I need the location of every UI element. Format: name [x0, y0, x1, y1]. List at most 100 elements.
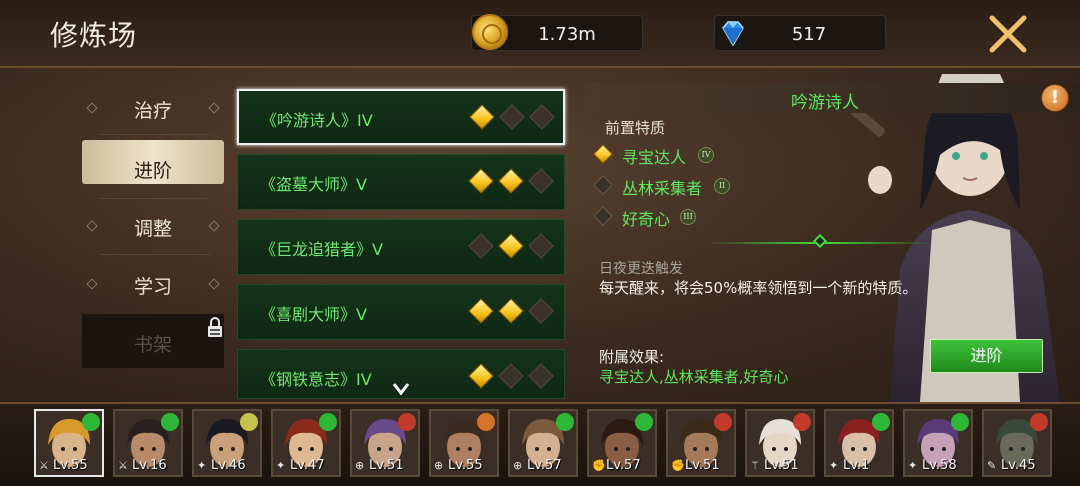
menu-label: 书架	[133, 334, 172, 356]
menu-heal[interactable]: 治疗	[82, 86, 224, 130]
prereq-label: 前置特质	[605, 119, 666, 137]
page-title: 修炼场	[50, 19, 138, 52]
class-icon: ✦	[829, 459, 839, 472]
mood-face-icon	[398, 413, 416, 431]
gem-counter: 517	[714, 15, 886, 51]
hero-level: Lv.55	[53, 458, 88, 473]
class-icon: ✦	[197, 459, 207, 472]
tier-diamond-icon	[498, 298, 524, 324]
menu-bookshelf[interactable]: 书架	[82, 314, 224, 368]
hero-card[interactable]: ⊕ Lv.55	[429, 409, 499, 477]
hero-card[interactable]: ✎ Lv.45	[982, 409, 1052, 477]
mood-face-icon	[477, 413, 495, 431]
trait-tomb-raider[interactable]: 《盗墓大师》V	[237, 154, 565, 210]
attached-effects-label: 附属效果:	[599, 348, 665, 366]
hero-level: Lv.45	[1001, 458, 1036, 473]
tier-diamond-icon	[528, 168, 554, 194]
class-icon: ⚔	[118, 459, 128, 472]
menu-label: 调整	[133, 218, 172, 240]
class-icon: ⚚	[750, 459, 760, 472]
mood-face-icon	[556, 413, 574, 431]
hero-card[interactable]: ✦ Lv.47	[271, 409, 341, 477]
divider	[100, 198, 210, 199]
rank-badge: II	[714, 178, 730, 194]
class-icon: ⊕	[355, 459, 365, 472]
menu-advance[interactable]: 进阶	[82, 140, 224, 184]
hero-level: Lv.47	[290, 458, 325, 473]
menu-study[interactable]: 学习	[82, 262, 224, 306]
class-icon: ✊	[592, 459, 606, 472]
info-alert-icon[interactable]: !	[1041, 84, 1069, 112]
trait-name: 《钢铁意志》IV	[260, 370, 372, 389]
class-icon: ⊕	[513, 459, 523, 472]
hero-card[interactable]: ✦ Lv.46	[192, 409, 262, 477]
hero-level: Lv.16	[132, 458, 167, 473]
hero-card[interactable]: ⊕ Lv.51	[350, 409, 420, 477]
hero-level: Lv.46	[211, 458, 246, 473]
tier-diamond-icon	[468, 298, 494, 324]
hero-card[interactable]: ✦ Lv.1	[824, 409, 894, 477]
mood-face-icon	[319, 413, 337, 431]
scroll-down-icon[interactable]	[392, 380, 410, 396]
trait-name: 《盗墓大师》V	[260, 175, 367, 194]
hero-level: Lv.58	[922, 458, 957, 473]
rank-badge: IV	[698, 147, 714, 163]
tier-diamond-icon	[499, 104, 525, 130]
divider	[100, 134, 210, 135]
trait-name: 《喜剧大师》V	[260, 305, 367, 324]
hero-card[interactable]: ⊕ Lv.57	[508, 409, 578, 477]
trait-tier-indicator	[468, 298, 556, 324]
tier-diamond-icon	[498, 363, 524, 389]
hero-level: Lv.51	[764, 458, 799, 473]
trait-comedy-master[interactable]: 《喜剧大师》V	[237, 284, 565, 340]
trait-name: 《巨龙追猎者》V	[260, 240, 383, 259]
tier-diamond-icon	[498, 168, 524, 194]
tier-diamond-icon	[529, 104, 555, 130]
prereq-name: 寻宝达人	[622, 148, 687, 167]
mood-face-icon	[161, 413, 179, 431]
hero-level: Lv.55	[448, 458, 483, 473]
menu-adjust[interactable]: 调整	[82, 204, 224, 248]
hero-card[interactable]: ⚔ Lv.16	[113, 409, 183, 477]
tier-diamond-icon	[498, 233, 524, 259]
trait-dragon-hunter[interactable]: 《巨龙追猎者》V	[237, 219, 565, 275]
tier-diamond-icon	[468, 233, 494, 259]
mood-face-icon	[1030, 413, 1048, 431]
hero-card[interactable]: ✊ Lv.57	[587, 409, 657, 477]
divider	[100, 254, 210, 255]
trait-description: 每天醒来，将会50%概率领悟到一个新的特质。	[599, 279, 918, 297]
trait-name: 《吟游诗人》IV	[261, 111, 373, 130]
gem-amount: 517	[791, 24, 827, 45]
mood-face-icon	[793, 413, 811, 431]
mood-face-icon	[240, 413, 258, 431]
menu-label: 治疗	[133, 100, 172, 122]
trait-tier-indicator	[468, 168, 556, 194]
advance-button[interactable]: 进阶	[930, 339, 1043, 373]
trait-tier-indicator	[469, 104, 557, 130]
hero-level: Lv.1	[843, 458, 870, 473]
hero-card[interactable]: ⚚ Lv.51	[745, 409, 815, 477]
hero-card[interactable]: ✊ Lv.51	[666, 409, 736, 477]
class-icon: ✦	[908, 459, 918, 472]
hero-card[interactable]: ✦ Lv.58	[903, 409, 973, 477]
rank-badge: III	[680, 209, 696, 225]
mood-face-icon	[872, 413, 890, 431]
hero-level: Lv.51	[685, 458, 720, 473]
trait-bard[interactable]: 《吟游诗人》IV	[237, 89, 565, 145]
hero-card[interactable]: ⚔ Lv.55	[34, 409, 104, 477]
mood-face-icon	[951, 413, 969, 431]
tier-diamond-icon	[528, 233, 554, 259]
tier-diamond-icon	[468, 363, 494, 389]
class-icon: ⊕	[434, 459, 444, 472]
class-icon: ✊	[671, 459, 685, 472]
prereq-name: 丛林采集者	[622, 179, 703, 198]
hero-level: Lv.51	[369, 458, 404, 473]
gold-counter: 1.73m	[471, 14, 643, 51]
close-icon[interactable]	[986, 12, 1030, 56]
tier-diamond-icon	[528, 363, 554, 389]
tier-diamond-icon	[468, 168, 494, 194]
mood-face-icon	[82, 413, 100, 431]
mood-face-icon	[635, 413, 653, 431]
class-icon: ✦	[276, 459, 286, 472]
class-icon: ⚔	[39, 459, 49, 472]
